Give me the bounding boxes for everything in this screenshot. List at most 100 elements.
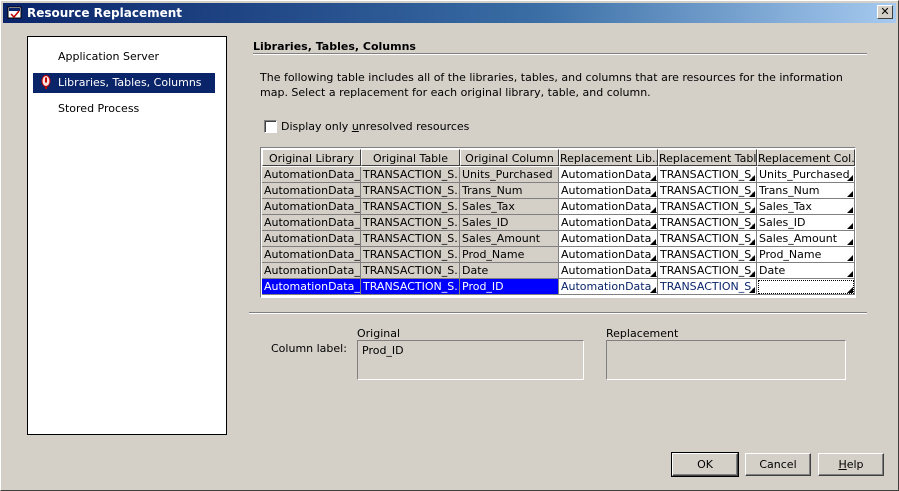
- dropdown-corner-icon[interactable]: [749, 255, 755, 261]
- table-cell-replacement-library[interactable]: AutomationData_...: [559, 263, 658, 279]
- table-cell-original-library: AutomationData_...: [262, 199, 361, 215]
- table-cell-original-table: TRANSACTION_S...: [361, 231, 460, 247]
- table-cell-replacement-column[interactable]: Trans_Num: [757, 183, 855, 199]
- table-cell-replacement-library[interactable]: AutomationData_...: [559, 279, 658, 295]
- dropdown-corner-icon[interactable]: [650, 207, 656, 213]
- dropdown-corner-icon[interactable]: [650, 255, 656, 261]
- table-cell-replacement-table[interactable]: TRANSACTION_S...: [658, 231, 757, 247]
- dropdown-corner-icon[interactable]: [847, 191, 853, 197]
- table-cell-replacement-library[interactable]: AutomationData_...: [559, 231, 658, 247]
- table-cell-replacement-library[interactable]: AutomationData_...: [559, 215, 658, 231]
- resources-table: Original Library Original Table Original C…: [260, 147, 856, 298]
- dropdown-corner-icon[interactable]: [847, 175, 853, 181]
- table-cell-replacement-table[interactable]: TRANSACTION_S...: [658, 183, 757, 199]
- table-cell-replacement-table[interactable]: TRANSACTION_S...: [658, 247, 757, 263]
- cell-text: AutomationData_...: [561, 200, 658, 213]
- table-cell-replacement-column[interactable]: Date: [757, 263, 855, 279]
- cell-text: Sales_Tax: [462, 200, 515, 213]
- table-cell-original-table: TRANSACTION_S...: [361, 279, 460, 295]
- nav-item-application-server[interactable]: Application Server: [33, 47, 215, 67]
- cell-text: AutomationData_...: [264, 232, 361, 245]
- dropdown-corner-icon[interactable]: [650, 191, 656, 197]
- dropdown-corner-icon[interactable]: [650, 271, 656, 277]
- table-cell-original-table: TRANSACTION_S...: [361, 183, 460, 199]
- column-header-original-table[interactable]: Original Table: [361, 149, 460, 166]
- window-title: Resource Replacement: [27, 6, 183, 20]
- dropdown-corner-icon[interactable]: [749, 223, 755, 229]
- dropdown-corner-icon[interactable]: [749, 191, 755, 197]
- original-column-label-value: Prod_ID: [362, 344, 404, 357]
- table-cell-original-library: AutomationData_...: [262, 167, 361, 183]
- cancel-button[interactable]: Cancel: [745, 453, 811, 476]
- dropdown-corner-icon[interactable]: [847, 239, 853, 245]
- column-header-replacement-table[interactable]: Replacement Table: [658, 149, 757, 166]
- table-cell-replacement-table[interactable]: TRANSACTION_S...: [658, 263, 757, 279]
- table-cell-replacement-table[interactable]: TRANSACTION_S...: [658, 199, 757, 215]
- table-cell-replacement-column[interactable]: Sales_Tax: [757, 199, 855, 215]
- cell-text: AutomationData_...: [561, 264, 658, 277]
- column-header-original-column[interactable]: Original Column: [460, 149, 559, 166]
- dropdown-corner-icon[interactable]: [650, 239, 656, 245]
- cell-text: Trans_Num: [462, 184, 523, 197]
- table-cell-replacement-table[interactable]: TRANSACTION_S...: [658, 279, 757, 295]
- column-header-replacement-column[interactable]: Replacement Col...: [757, 149, 855, 166]
- dropdown-corner-icon[interactable]: [847, 207, 853, 213]
- original-header: Original: [357, 327, 401, 340]
- table-cell-replacement-column[interactable]: [757, 279, 855, 295]
- column-header-replacement-library[interactable]: Replacement Lib...: [559, 149, 658, 166]
- column-header-original-library[interactable]: Original Library: [262, 149, 361, 166]
- table-cell-original-column: Sales_Tax: [460, 199, 559, 215]
- dropdown-corner-icon[interactable]: [847, 223, 853, 229]
- close-button[interactable]: ✕: [877, 5, 893, 19]
- original-column-label-field: Prod_ID: [357, 340, 584, 380]
- dropdown-corner-icon[interactable]: [749, 207, 755, 213]
- unresolved-filter-checkbox[interactable]: [264, 120, 277, 133]
- table-cell-replacement-table[interactable]: TRANSACTION_S...: [658, 167, 757, 183]
- table-cell-original-column: Sales_Amount: [460, 231, 559, 247]
- warning-icon: [41, 75, 51, 89]
- ok-button[interactable]: OK: [671, 452, 739, 477]
- replacement-column-label-field[interactable]: [606, 340, 846, 380]
- cell-text: AutomationData_...: [561, 232, 658, 245]
- table-cell-original-column: Sales_ID: [460, 215, 559, 231]
- table-cell-replacement-column[interactable]: Sales_Amount: [757, 231, 855, 247]
- dropdown-corner-icon[interactable]: [749, 271, 755, 277]
- cell-text: Date: [462, 264, 489, 277]
- dropdown-corner-icon[interactable]: [650, 223, 656, 229]
- cell-text: TRANSACTION_S...: [660, 200, 757, 213]
- help-button[interactable]: Help: [818, 453, 884, 476]
- table-cell-replacement-column[interactable]: Prod_Name: [757, 247, 855, 263]
- table-cell-replacement-column[interactable]: Sales_ID: [757, 215, 855, 231]
- dropdown-corner-icon[interactable]: [847, 255, 853, 261]
- table-cell-replacement-library[interactable]: AutomationData_...: [559, 199, 658, 215]
- table-cell-replacement-library[interactable]: AutomationData_...: [559, 183, 658, 199]
- replacement-header: Replacement: [606, 327, 679, 340]
- dropdown-corner-icon[interactable]: [847, 287, 853, 293]
- nav-item-label: Stored Process: [58, 102, 140, 115]
- table-cell-original-library: AutomationData_...: [262, 279, 361, 295]
- nav-item-label: Libraries, Tables, Columns: [58, 76, 202, 89]
- dropdown-corner-icon[interactable]: [749, 239, 755, 245]
- dropdown-corner-icon[interactable]: [749, 175, 755, 181]
- cell-text: AutomationData_...: [561, 216, 658, 229]
- cell-text: Sales_ID: [462, 216, 509, 229]
- cell-text: AutomationData_...: [264, 168, 361, 181]
- dropdown-corner-icon[interactable]: [847, 271, 853, 277]
- table-cell-replacement-library[interactable]: AutomationData_...: [559, 167, 658, 183]
- nav-item-libraries-tables-columns[interactable]: Libraries, Tables, Columns: [33, 73, 215, 93]
- cell-text: TRANSACTION_S...: [363, 168, 460, 181]
- section-title: Libraries, Tables, Columns: [253, 40, 416, 53]
- cell-text: AutomationData_...: [264, 200, 361, 213]
- table-cell-replacement-column[interactable]: Units_Purchased: [757, 167, 855, 183]
- cell-text: TRANSACTION_S...: [363, 216, 460, 229]
- cell-text: TRANSACTION_S...: [363, 264, 460, 277]
- cell-text: Sales_Amount: [759, 232, 838, 245]
- dropdown-corner-icon[interactable]: [650, 175, 656, 181]
- dropdown-corner-icon[interactable]: [749, 287, 755, 293]
- table-cell-replacement-table[interactable]: TRANSACTION_S...: [658, 215, 757, 231]
- cell-text: AutomationData_...: [561, 280, 658, 293]
- dropdown-corner-icon[interactable]: [650, 287, 656, 293]
- nav-item-stored-process[interactable]: Stored Process: [33, 99, 215, 119]
- title-bar[interactable]: Resource Replacement ✕: [3, 3, 896, 23]
- table-cell-replacement-library[interactable]: AutomationData_...: [559, 247, 658, 263]
